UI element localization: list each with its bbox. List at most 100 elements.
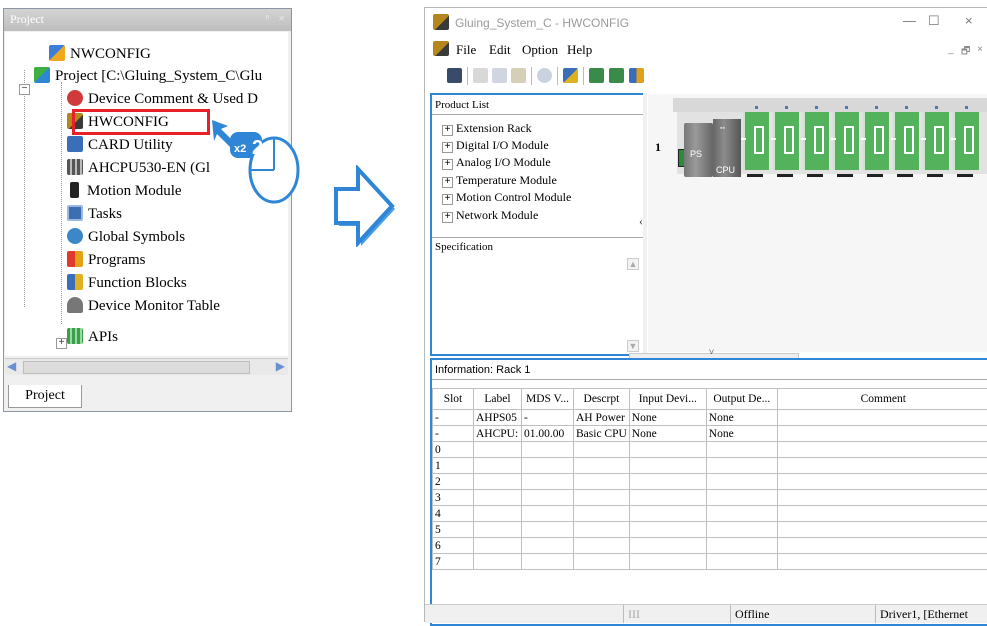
tree-item-motion-module[interactable]: Motion Module bbox=[67, 180, 182, 202]
column-header[interactable]: Output De... bbox=[706, 389, 777, 410]
table-row[interactable]: 5 bbox=[433, 522, 987, 538]
tree-item-project[interactable]: Project [C:\Gluing_System_C\Glu bbox=[34, 65, 262, 87]
maximize-button[interactable]: ☐ bbox=[928, 13, 940, 29]
menu-file[interactable]: File bbox=[456, 42, 476, 58]
copy-icon[interactable] bbox=[492, 68, 507, 83]
collapse-down-icon[interactable]: ˅ bbox=[709, 347, 714, 357]
table-cell[interactable] bbox=[474, 522, 522, 538]
upload-icon[interactable] bbox=[609, 68, 624, 83]
table-cell[interactable] bbox=[522, 474, 574, 490]
table-cell[interactable]: None bbox=[706, 410, 777, 426]
table-cell[interactable] bbox=[706, 538, 777, 554]
table-cell[interactable]: 0 bbox=[433, 442, 474, 458]
table-cell[interactable]: 7 bbox=[433, 554, 474, 570]
empty-slot[interactable] bbox=[893, 112, 919, 170]
table-cell[interactable] bbox=[629, 522, 706, 538]
table-cell[interactable] bbox=[777, 506, 987, 522]
table-cell[interactable] bbox=[629, 490, 706, 506]
table-cell[interactable] bbox=[706, 522, 777, 538]
tree-item-programs[interactable]: Programs bbox=[67, 249, 146, 271]
tree-item-tasks[interactable]: Tasks bbox=[67, 203, 122, 225]
table-cell[interactable] bbox=[706, 490, 777, 506]
table-cell[interactable]: AHPS05 bbox=[474, 410, 522, 426]
empty-slot[interactable] bbox=[863, 112, 889, 170]
column-header[interactable]: Label bbox=[474, 389, 522, 410]
menu-app-icon[interactable] bbox=[433, 41, 449, 56]
table-cell[interactable] bbox=[777, 442, 987, 458]
table-row[interactable]: -AHPS05-AH PowerNoneNone bbox=[433, 410, 987, 426]
table-row[interactable]: 4 bbox=[433, 506, 987, 522]
table-cell[interactable] bbox=[629, 458, 706, 474]
table-cell[interactable] bbox=[474, 458, 522, 474]
table-cell[interactable] bbox=[522, 490, 574, 506]
spec-scroll-up-icon[interactable]: ▲ bbox=[627, 258, 639, 270]
save-icon[interactable] bbox=[447, 68, 462, 83]
power-supply-module[interactable]: PS bbox=[684, 123, 713, 177]
table-cell[interactable] bbox=[474, 506, 522, 522]
table-row[interactable]: 7 bbox=[433, 554, 987, 570]
table-cell[interactable] bbox=[574, 522, 630, 538]
table-cell[interactable] bbox=[574, 554, 630, 570]
table-cell[interactable] bbox=[574, 474, 630, 490]
scroll-left-icon[interactable]: ◀ bbox=[7, 359, 16, 374]
table-cell[interactable] bbox=[522, 442, 574, 458]
table-cell[interactable]: 6 bbox=[433, 538, 474, 554]
tree-item-apis[interactable]: APIs bbox=[67, 326, 118, 348]
spec-scroll-down-icon[interactable]: ▼ bbox=[627, 340, 639, 352]
scroll-thumb[interactable] bbox=[23, 361, 250, 374]
table-cell[interactable] bbox=[706, 474, 777, 490]
table-cell[interactable] bbox=[522, 538, 574, 554]
scroll-right-icon[interactable]: ▶ bbox=[276, 359, 285, 374]
table-cell[interactable] bbox=[706, 506, 777, 522]
cpu-module[interactable]: ▪▪ CPU bbox=[713, 119, 741, 177]
table-cell[interactable]: AHCPU: bbox=[474, 426, 522, 442]
column-header[interactable]: Input Devi... bbox=[629, 389, 706, 410]
table-cell[interactable] bbox=[474, 442, 522, 458]
table-cell[interactable] bbox=[522, 506, 574, 522]
table-cell[interactable] bbox=[777, 522, 987, 538]
table-cell[interactable] bbox=[574, 506, 630, 522]
table-cell[interactable]: 4 bbox=[433, 506, 474, 522]
product-network[interactable]: +Network Module bbox=[442, 207, 538, 224]
table-cell[interactable] bbox=[777, 458, 987, 474]
table-cell[interactable] bbox=[474, 490, 522, 506]
empty-slot[interactable] bbox=[953, 112, 979, 170]
empty-slot[interactable] bbox=[743, 112, 769, 170]
table-cell[interactable] bbox=[777, 554, 987, 570]
horizontal-scrollbar[interactable]: ◀ ▶ bbox=[5, 358, 288, 375]
table-row[interactable]: 2 bbox=[433, 474, 987, 490]
edit-icon[interactable] bbox=[563, 68, 578, 83]
collapse-left-icon[interactable]: ‹ bbox=[639, 214, 643, 229]
column-header[interactable]: MDS V... bbox=[522, 389, 574, 410]
table-cell[interactable]: Basic CPU bbox=[574, 426, 630, 442]
empty-slot[interactable] bbox=[833, 112, 859, 170]
expand-apis-icon[interactable]: + bbox=[56, 338, 67, 349]
table-cell[interactable] bbox=[777, 410, 987, 426]
tree-item-global-symbols[interactable]: Global Symbols bbox=[67, 226, 185, 248]
tab-project[interactable]: Project bbox=[8, 385, 82, 408]
menu-option[interactable]: Option bbox=[522, 42, 558, 58]
paste-icon[interactable] bbox=[511, 68, 526, 83]
table-cell[interactable]: - bbox=[433, 410, 474, 426]
vertical-splitter[interactable]: ‹ bbox=[643, 93, 647, 353]
column-header[interactable]: Slot bbox=[433, 389, 474, 410]
tree-item-device-monitor[interactable]: Device Monitor Table bbox=[67, 295, 220, 317]
mdi-close-button[interactable]: × bbox=[977, 44, 983, 55]
table-cell[interactable]: 1 bbox=[433, 458, 474, 474]
scan-icon[interactable] bbox=[629, 68, 644, 83]
table-cell[interactable] bbox=[706, 458, 777, 474]
table-cell[interactable] bbox=[474, 474, 522, 490]
table-cell[interactable] bbox=[574, 442, 630, 458]
table-row[interactable]: 0 bbox=[433, 442, 987, 458]
table-cell[interactable] bbox=[522, 458, 574, 474]
table-cell[interactable] bbox=[629, 442, 706, 458]
table-row[interactable]: 1 bbox=[433, 458, 987, 474]
table-cell[interactable] bbox=[706, 442, 777, 458]
table-row[interactable]: 6 bbox=[433, 538, 987, 554]
pin-icon[interactable]: ᵖ bbox=[266, 12, 269, 24]
table-cell[interactable]: None bbox=[629, 426, 706, 442]
table-cell[interactable] bbox=[629, 506, 706, 522]
tree-item-ahcpu[interactable]: AHCPU530-EN (Gl bbox=[67, 157, 210, 179]
empty-slot[interactable] bbox=[803, 112, 829, 170]
table-cell[interactable] bbox=[522, 522, 574, 538]
